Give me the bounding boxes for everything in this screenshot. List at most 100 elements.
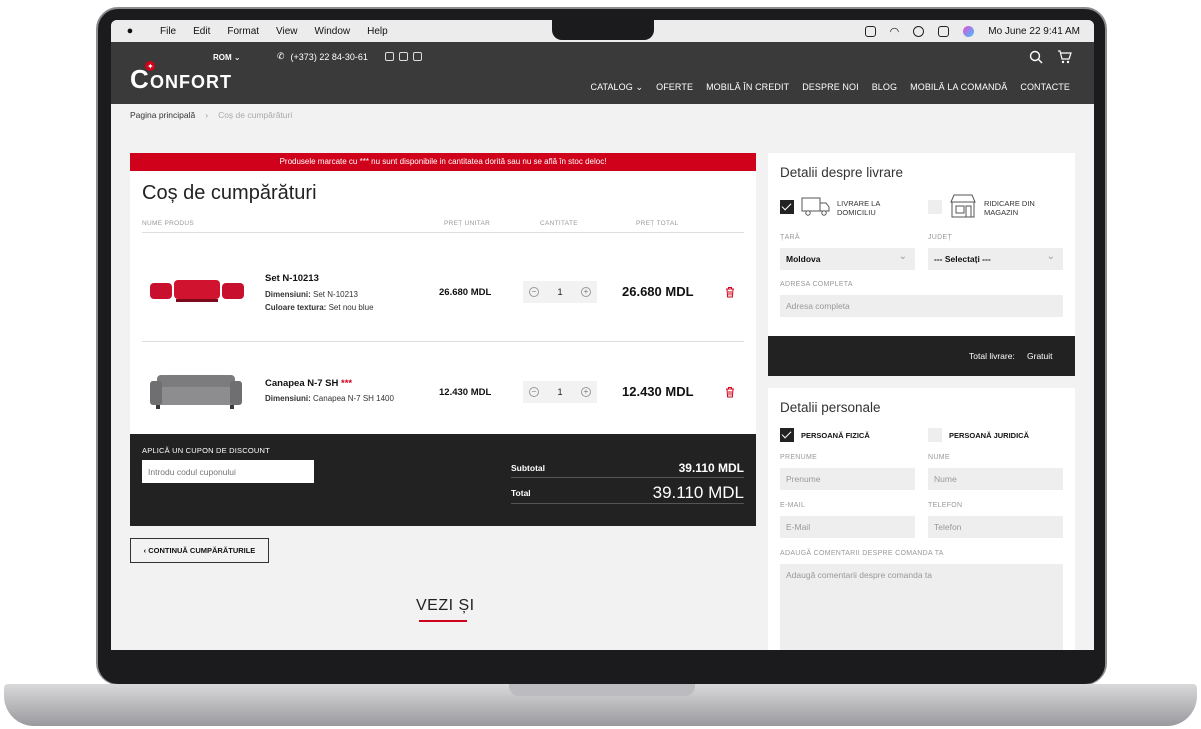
- cart-column-headers: NUME PRODUS PREȚ UNITAR CANTITATE PREȚ T…: [142, 220, 744, 233]
- cart-row: Set N-10213 Dimensiuni: Set N-10213 Culo…: [142, 243, 744, 342]
- coupon-input[interactable]: [142, 460, 314, 483]
- instagram-icon[interactable]: [413, 52, 422, 61]
- screen: ● File Edit Format View Window Help ◠ Mo…: [111, 20, 1094, 650]
- phone-icon: ✆: [277, 51, 285, 61]
- nav-credit[interactable]: MOBILĂ ÎN CREDIT: [706, 82, 789, 93]
- wifi-icon[interactable]: ◠: [890, 25, 900, 38]
- address-input[interactable]: Adresa completa: [780, 295, 1063, 317]
- trash-icon[interactable]: [725, 386, 735, 398]
- apple-icon[interactable]: ●: [117, 25, 143, 37]
- email-icon[interactable]: [385, 52, 394, 61]
- breadcrumb-current: Coș de cumpărături: [218, 110, 293, 120]
- district-select[interactable]: --- Selectați ---: [928, 246, 1063, 270]
- cart-row: Canapea N-7 SH *** Dimensiuni: Canapea N…: [142, 342, 744, 434]
- confort-logo[interactable]: C ONFORT ✦: [130, 60, 248, 94]
- nav-comanda[interactable]: MOBILĂ LA COMANDĂ: [910, 82, 1007, 93]
- quantity-value[interactable]: 1: [557, 387, 562, 398]
- nav-catalog[interactable]: CATALOG ⌄: [590, 82, 643, 93]
- pickup-label[interactable]: RIDICARE DIN MAGAZIN: [984, 199, 1054, 217]
- facebook-icon[interactable]: [399, 52, 408, 61]
- search-icon[interactable]: [1029, 50, 1043, 64]
- unit-price: 26.680 MDL: [439, 287, 492, 298]
- camera-notch: [552, 20, 654, 40]
- total-line: Total 39.110 MDL: [511, 482, 744, 504]
- header-phone[interactable]: ✆ (+373) 22 84-30-61: [277, 51, 368, 62]
- product-name[interactable]: Canapea N-7 SH ***: [265, 378, 352, 389]
- minus-icon[interactable]: −: [529, 387, 539, 397]
- address-label: ADRESA COMPLETA: [780, 281, 853, 288]
- menu-help[interactable]: Help: [367, 26, 388, 37]
- nav-despre[interactable]: DESPRE NOI: [802, 82, 859, 93]
- email-input[interactable]: E-Mail: [780, 516, 915, 538]
- phone-input[interactable]: Telefon: [928, 516, 1063, 538]
- delivery-total-value: Gratuit: [1027, 351, 1053, 361]
- cart-summary: APLICĂ UN CUPON DE DISCOUNT Subtotal 39.…: [130, 434, 756, 526]
- col-product: NUME PRODUS: [142, 220, 195, 227]
- laptop-base-lip: [509, 684, 695, 696]
- menu-window[interactable]: Window: [315, 26, 351, 37]
- continue-shopping-button[interactable]: ‹ CONTINUĂ CUMPĂRĂTURILE: [130, 538, 269, 563]
- delivery-title: Detalii despre livrare: [780, 165, 904, 180]
- delivery-total-label: Total livrare:: [969, 351, 1015, 361]
- phone-label: TELEFON: [928, 502, 963, 509]
- site-header: ROM ⌄ C ONFORT ✦ ✆ (+373) 22 84-30-61 CA…: [111, 42, 1094, 104]
- home-delivery-label[interactable]: LIVRARE LA DOMICILIU: [837, 199, 897, 217]
- subtotal-label: Subtotal: [511, 462, 545, 473]
- breadcrumb-home[interactable]: Pagina principală: [130, 110, 195, 120]
- col-quantity: CANTITATE: [540, 220, 578, 227]
- comment-textarea[interactable]: Adaugă comentarii despre comanda ta: [780, 564, 1063, 650]
- unit-price: 12.430 MDL: [439, 387, 492, 398]
- legal-entity-checkbox[interactable]: [928, 428, 942, 442]
- pickup-checkbox[interactable]: [928, 200, 942, 214]
- firstname-input[interactable]: Prenume: [780, 468, 915, 490]
- social-links: [385, 52, 422, 61]
- legal-entity-label[interactable]: PERSOANĂ JURIDICĂ: [949, 431, 1029, 440]
- product-image-sofa[interactable]: [142, 367, 246, 413]
- store-icon: [950, 194, 976, 218]
- out-of-stock-marker: ***: [341, 378, 353, 389]
- breadcrumb-separator: ›: [205, 110, 209, 120]
- plus-icon[interactable]: +: [580, 287, 591, 297]
- menu-format[interactable]: Format: [227, 26, 259, 37]
- col-total-price: PREȚ TOTAL: [636, 220, 679, 227]
- col-unit-price: PREȚ UNITAR: [444, 220, 491, 227]
- home-delivery-checkbox[interactable]: [780, 200, 794, 214]
- dropbox-icon[interactable]: [864, 25, 876, 37]
- nav-contacte[interactable]: CONTACTE: [1020, 82, 1070, 93]
- nav-oferte[interactable]: OFERTE: [656, 82, 693, 93]
- quantity-stepper: − 1 +: [523, 381, 597, 403]
- header-actions: [1029, 50, 1072, 64]
- menu-view[interactable]: View: [276, 26, 298, 37]
- individual-checkbox[interactable]: [780, 428, 794, 442]
- menu-file[interactable]: File: [160, 26, 176, 37]
- page-title: Coș de cumpărături: [142, 182, 317, 204]
- row-total: 12.430 MDL: [622, 384, 694, 399]
- siri-icon[interactable]: [963, 25, 975, 37]
- individual-label[interactable]: PERSOANĂ FIZICĂ: [801, 431, 870, 440]
- plus-icon[interactable]: +: [580, 387, 591, 397]
- menubar-clock[interactable]: Mo June 22 9:41 AM: [988, 26, 1080, 37]
- subtotal-line: Subtotal 39.110 MDL: [511, 458, 744, 478]
- lastname-input[interactable]: Nume: [928, 468, 1063, 490]
- spotlight-search-icon[interactable]: [913, 25, 925, 37]
- delivery-total-bar: Total livrare: Gratuit: [768, 336, 1075, 376]
- quantity-value[interactable]: 1: [557, 287, 562, 298]
- lastname-label: NUME: [928, 454, 950, 461]
- district-label: JUDEȚ: [928, 234, 953, 241]
- cart-icon[interactable]: [1057, 50, 1072, 64]
- menu-edit[interactable]: Edit: [193, 26, 210, 37]
- product-dimensions: Dimensiuni: Set N-10213: [265, 290, 358, 299]
- firstname-label: PRENUME: [780, 454, 818, 461]
- product-color: Culoare textura: Set nou blue: [265, 303, 374, 312]
- nav-blog[interactable]: BLOG: [872, 82, 897, 93]
- control-center-icon[interactable]: [938, 25, 950, 37]
- product-name[interactable]: Set N-10213: [265, 273, 319, 284]
- minus-icon[interactable]: −: [529, 287, 539, 297]
- logo-text: ONFORT: [150, 72, 232, 92]
- email-label: E-MAIL: [780, 502, 806, 509]
- laptop-bezel: [98, 650, 1105, 684]
- breadcrumb: Pagina principală › Coș de cumpărături: [130, 110, 292, 120]
- product-image-set[interactable]: [142, 275, 246, 305]
- country-select[interactable]: Moldova: [780, 246, 915, 270]
- trash-icon[interactable]: [725, 286, 735, 298]
